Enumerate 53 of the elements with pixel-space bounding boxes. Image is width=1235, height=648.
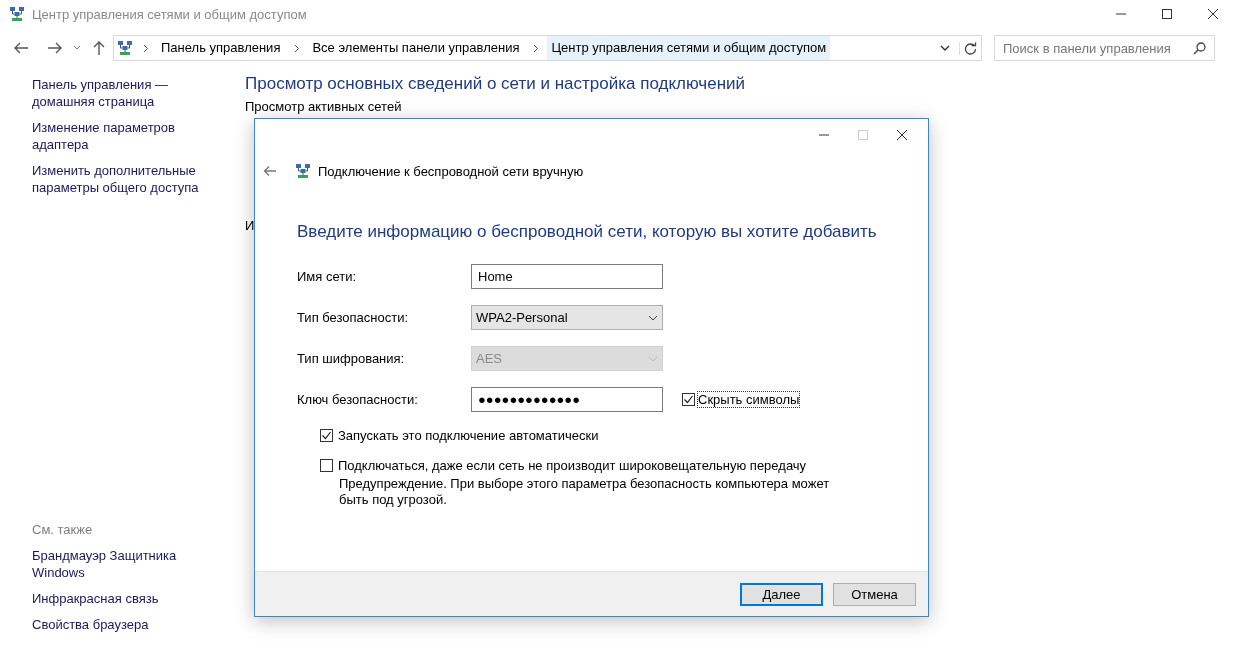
sidebar-link[interactable]: Панель управления — домашняя страница bbox=[32, 76, 207, 110]
close-icon[interactable] bbox=[1207, 8, 1219, 20]
sidebar-link[interactable]: Инфракрасная связь bbox=[32, 590, 207, 607]
breadcrumb[interactable]: Все элементы панели управления bbox=[308, 36, 524, 60]
sidebar-link[interactable]: Изменение параметров адаптера bbox=[32, 119, 207, 153]
chevron-icon bbox=[294, 43, 301, 53]
field-label: Имя сети: bbox=[297, 269, 358, 284]
page-heading: Просмотр основных сведений о сети и настройка подключений bbox=[245, 74, 746, 94]
chevron-down-icon bbox=[648, 355, 658, 362]
sidebar-link[interactable]: Брандмауэр Защитника Windows bbox=[32, 547, 207, 581]
chevron-down-icon bbox=[648, 314, 658, 321]
checkbox-label[interactable]: Скрыть символы bbox=[698, 392, 800, 407]
next-button[interactable]: Далее bbox=[740, 582, 823, 606]
dialog-heading: Введите информацию о беспроводной сети, которую вы хотите добавить bbox=[297, 222, 878, 242]
up-icon[interactable] bbox=[92, 40, 106, 56]
cancel-button[interactable]: Отмена bbox=[833, 582, 916, 606]
address-bar[interactable]: Панель управления Все элементы панели управления Центр управления сетями и общим доступом bbox=[113, 35, 982, 61]
dialog-title: Подключение к беспроводной сети вручную bbox=[318, 163, 584, 179]
warning-text: Предупреждение. При выборе этого параметра безопасность компьютера может быть под угрозой. bbox=[338, 476, 831, 508]
field-label: Тип безопасности: bbox=[297, 310, 410, 325]
section-label: Просмотр активных сетей bbox=[245, 99, 403, 114]
password-field[interactable]: ●●●●●●●●●●●●● bbox=[471, 387, 663, 412]
breadcrumb[interactable]: Панель управления bbox=[157, 36, 285, 60]
window-title: Центр управления сетями и общим доступом bbox=[32, 6, 308, 22]
chevron-icon bbox=[533, 43, 540, 53]
input-field[interactable]: Home bbox=[471, 264, 663, 289]
search-field[interactable]: Поиск в панели управления bbox=[994, 35, 1215, 61]
checkbox[interactable] bbox=[320, 429, 333, 442]
dropdown-icon[interactable] bbox=[940, 44, 950, 52]
checkbox[interactable] bbox=[682, 393, 695, 406]
network-icon bbox=[295, 163, 311, 179]
checkbox[interactable] bbox=[320, 459, 333, 472]
breadcrumb[interactable]: Центр управления сетями и общим доступом bbox=[547, 36, 831, 60]
back-icon[interactable] bbox=[263, 165, 277, 177]
checkbox-label[interactable]: Подключаться, даже если сеть не производит широковещательную передачу bbox=[338, 458, 807, 473]
section-label: И bbox=[245, 218, 255, 233]
see-also-heading: См. также bbox=[32, 522, 94, 537]
forward-icon[interactable] bbox=[47, 41, 63, 55]
field-label: Ключ безопасности: bbox=[297, 392, 419, 407]
app-icon bbox=[9, 6, 25, 22]
dropdown[interactable]: WPA2-Personal bbox=[471, 305, 663, 330]
network-icon bbox=[117, 40, 133, 56]
field-label: Тип шифрования: bbox=[297, 351, 406, 366]
chevron-icon bbox=[143, 43, 149, 53]
maximize-icon[interactable] bbox=[1161, 8, 1173, 20]
close-icon[interactable] bbox=[896, 128, 908, 141]
sidebar-link[interactable]: Изменить дополнительные параметры общего доступа bbox=[32, 162, 207, 196]
checkbox-label[interactable]: Запускать это подключение автоматически bbox=[338, 428, 599, 443]
refresh-icon[interactable] bbox=[959, 41, 977, 55]
back-icon[interactable] bbox=[13, 41, 29, 55]
maximize-icon bbox=[857, 128, 869, 141]
sidebar-link[interactable]: Свойства браузера bbox=[32, 616, 207, 633]
search-icon bbox=[1193, 41, 1206, 55]
